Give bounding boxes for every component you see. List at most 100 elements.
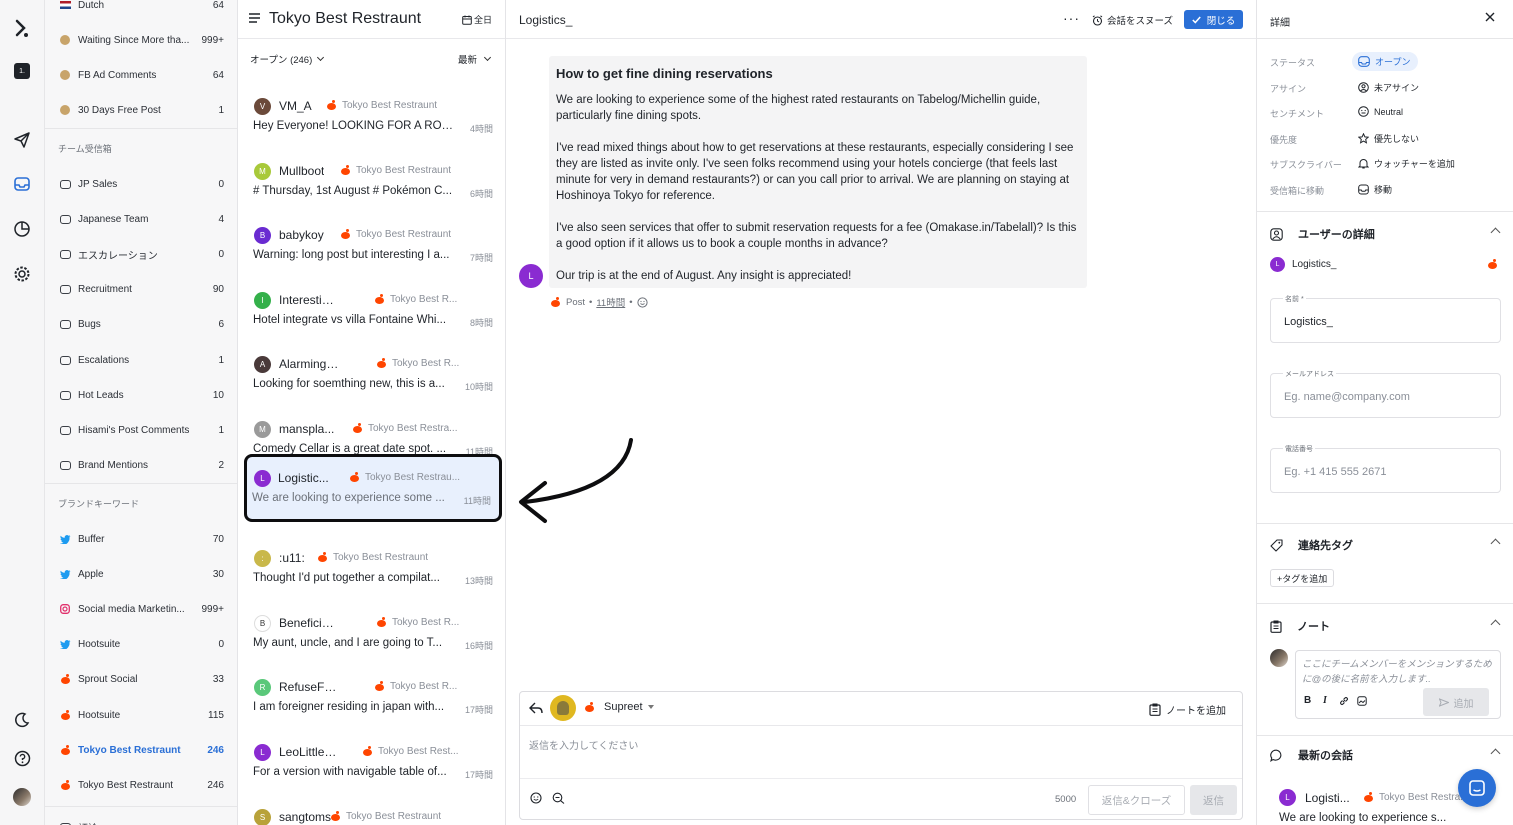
conversation-name: Mullboot bbox=[279, 163, 325, 178]
sidebar-item[interactable]: Hot Leads 10 bbox=[45, 380, 237, 410]
conversation-item[interactable]: ::u11: Tokyo Best Restraunt Thought I'd pu… bbox=[246, 540, 501, 602]
chevron-up-icon bbox=[1490, 227, 1501, 238]
chat-widget-button[interactable] bbox=[1458, 769, 1496, 807]
sidebar-item-label: エスカレーション bbox=[78, 250, 158, 262]
sidebar-item[interactable]: Tokyo Best Restraunt 246 bbox=[45, 735, 237, 765]
sidebar-item[interactable]: Escalations 1 bbox=[45, 345, 237, 375]
emoji-icon[interactable] bbox=[636, 296, 648, 308]
link-icon[interactable] bbox=[1339, 696, 1349, 709]
recent-conversations-section[interactable]: 最新の会話 bbox=[1270, 745, 1501, 765]
snooze-button[interactable]: 会話をスヌーズ bbox=[1092, 13, 1173, 27]
image-icon[interactable] bbox=[1357, 696, 1367, 709]
detail-value[interactable]: ウォッチャーを追加 bbox=[1358, 157, 1455, 170]
search-reply-icon[interactable] bbox=[552, 792, 565, 807]
sidebar-item[interactable]: Recruitment 90 bbox=[45, 275, 237, 305]
note-add-button[interactable]: 追加 bbox=[1423, 688, 1489, 716]
detail-value[interactable]: 未アサイン bbox=[1358, 81, 1419, 94]
conversation-item[interactable]: L LeoLittleb... Tokyo Best Rest... For a ve… bbox=[246, 734, 501, 796]
user-details-section[interactable]: ユーザーの詳細 bbox=[1270, 224, 1501, 244]
conversation-item[interactable]: L Logistic... Tokyo Best Restrau... We are … bbox=[244, 453, 502, 522]
app-icon[interactable]: 1. bbox=[12, 61, 32, 81]
sidebar-item[interactable]: エスカレーション 0 bbox=[45, 239, 237, 269]
conversation-item[interactable]: I Interesting-B... Tokyo Best R... Hotel in… bbox=[246, 282, 501, 344]
settings-icon[interactable] bbox=[12, 264, 32, 284]
sidebar-item-count: 0 bbox=[218, 639, 224, 651]
sidebar-item[interactable]: Hisami's Post Comments 1 bbox=[45, 415, 237, 445]
email-field[interactable]: メールアドレス Eg. name@company.com bbox=[1270, 369, 1501, 418]
user-icon bbox=[1270, 227, 1283, 241]
close-icon[interactable] bbox=[1485, 12, 1495, 25]
help-icon[interactable] bbox=[12, 748, 32, 768]
conversation-item[interactable]: Bbabykoy Tokyo Best Restraunt Warning: lon… bbox=[246, 217, 501, 279]
sidebar-item[interactable]: Buffer 70 bbox=[45, 524, 237, 554]
account-selector[interactable]: Supreet bbox=[604, 701, 654, 713]
send-icon bbox=[1438, 697, 1449, 707]
detail-value[interactable]: Neutral bbox=[1358, 106, 1403, 117]
conversation-item[interactable]: R RefuseFeder... Tokyo Best R... I am forei… bbox=[246, 669, 501, 731]
chevron-up-icon bbox=[1490, 619, 1501, 630]
sidebar-item[interactable]: Sprout Social 33 bbox=[45, 665, 237, 695]
conversation-preview: Hey Everyone! LOOKING FOR A ROO... bbox=[253, 120, 459, 132]
conversation-source: Tokyo Best Restrau... bbox=[349, 471, 460, 483]
bold-icon[interactable]: B bbox=[1304, 695, 1311, 706]
moon-icon[interactable] bbox=[12, 710, 32, 730]
close-conversation-button[interactable]: 閉じる bbox=[1184, 10, 1243, 29]
send-icon[interactable] bbox=[12, 130, 32, 150]
reply-and-close-button[interactable]: 返信&クローズ bbox=[1088, 785, 1185, 815]
analytics-icon[interactable] bbox=[12, 219, 32, 239]
reddit-icon bbox=[374, 293, 385, 304]
conversation-item[interactable]: M Mullboot Tokyo Best Restraunt # Thursday,… bbox=[246, 153, 501, 215]
sidebar-item[interactable]: JP Sales 0 bbox=[45, 169, 237, 199]
conversation-source: Tokyo Best R... bbox=[376, 358, 459, 369]
sort-dropdown[interactable]: 最新 bbox=[458, 52, 492, 66]
sidebar-item[interactable]: Bugs 6 bbox=[45, 310, 237, 340]
detail-value[interactable]: 移動 bbox=[1358, 183, 1392, 196]
sidebar-item[interactable]: Social media Marketin... 999+ bbox=[45, 594, 237, 624]
notes-section[interactable]: ノート bbox=[1270, 616, 1501, 636]
post-meta: Post • 11時間 • bbox=[550, 295, 648, 309]
conversation-item[interactable]: Ssangtoms Tokyo Best Restraunt bbox=[246, 799, 501, 825]
date-filter-button[interactable]: 全日 bbox=[462, 13, 492, 26]
add-note-button[interactable]: ノートを追加 bbox=[1149, 702, 1226, 717]
logo-icon[interactable] bbox=[12, 18, 32, 38]
status-filter-dropdown[interactable]: オープン (246) bbox=[250, 52, 325, 66]
name-field[interactable]: 名前 * Logistics_ bbox=[1270, 294, 1501, 343]
sidebar-item[interactable]: Waiting Since More tha... 999+ bbox=[45, 25, 237, 55]
inbox-sidebar: Dutch 64 Waiting Since More tha... 999+ FB A… bbox=[45, 0, 238, 825]
italic-icon[interactable]: I bbox=[1323, 695, 1327, 706]
contact-tags-section[interactable]: 連絡先タグ bbox=[1270, 535, 1501, 555]
post-time-link[interactable]: 11時間 bbox=[596, 295, 625, 309]
sidebar-item[interactable]: Hootsuite 115 bbox=[45, 700, 237, 730]
user-avatar[interactable] bbox=[12, 787, 32, 807]
conversation-source: Tokyo Best Restraunt bbox=[317, 552, 428, 563]
sidebar-item[interactable]: FB Ad Comments 64 bbox=[45, 60, 237, 90]
menu-icon[interactable] bbox=[249, 13, 260, 26]
conversation-item[interactable]: A Alarming-Tur... Tokyo Best R... Looking f… bbox=[246, 346, 501, 408]
sidebar-item[interactable]: Dutch 64 bbox=[45, 0, 237, 20]
emoji-icon[interactable] bbox=[530, 792, 542, 807]
conversation-item[interactable]: B Beneficial-La... Tokyo Best R... My aunt,… bbox=[246, 605, 501, 667]
phone-field[interactable]: 電話番号 Eg. +1 415 555 2671 bbox=[1270, 444, 1501, 493]
account-avatar[interactable] bbox=[550, 695, 576, 721]
reply-icon[interactable] bbox=[529, 702, 543, 718]
sidebar-item[interactable]: Apple 30 bbox=[45, 559, 237, 589]
sidebar-item[interactable]: Japanese Team 4 bbox=[45, 204, 237, 234]
sidebar-item[interactable]: Hootsuite 0 bbox=[45, 630, 237, 660]
sidebar-item-review[interactable]: 評論 bbox=[45, 812, 237, 825]
conversation-item[interactable]: V VM_A Tokyo Best Restraunt Hey Everyone! L… bbox=[246, 88, 501, 150]
more-icon[interactable]: ··· bbox=[1063, 10, 1080, 26]
add-tag-button[interactable]: +タグを追加 bbox=[1270, 569, 1335, 587]
conversation-time: 7時間 bbox=[469, 253, 493, 264]
detail-value[interactable]: オープン bbox=[1352, 52, 1419, 71]
inbox-icon bbox=[59, 284, 71, 296]
caret-down-icon bbox=[647, 705, 654, 709]
sidebar-item[interactable]: Tokyo Best Restraunt 246 bbox=[45, 770, 237, 800]
inbox-icon[interactable] bbox=[12, 174, 32, 194]
reply-button[interactable]: 返信 bbox=[1190, 785, 1237, 815]
detail-value[interactable]: 優先しない bbox=[1358, 132, 1419, 145]
conversation-time: 17時間 bbox=[464, 770, 493, 780]
sidebar-item[interactable]: 30 Days Free Post 1 bbox=[45, 95, 237, 125]
note-input[interactable]: ここにチームメンバーをメンションするために@の後に名前を入力します.. bbox=[1302, 657, 1496, 687]
reply-input[interactable]: 返信を入力してください bbox=[529, 737, 638, 752]
sidebar-item[interactable]: Brand Mentions 2 bbox=[45, 451, 237, 481]
